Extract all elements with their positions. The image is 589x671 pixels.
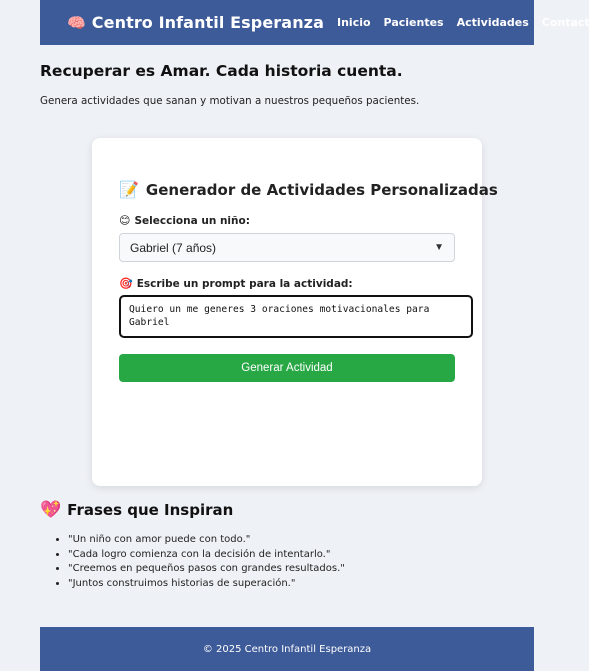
quote-item: "Juntos construimos historias de superac… — [68, 577, 345, 592]
quote-item: "Creemos en pequeños pasos con grandes r… — [68, 562, 345, 577]
brain-icon: 🧠 — [67, 13, 86, 32]
nav-contacto[interactable]: Contacto — [542, 16, 589, 29]
target-icon: 🎯 — [119, 277, 133, 290]
brand[interactable]: 🧠 Centro Infantil Esperanza — [67, 13, 324, 32]
page-container: 🧠 Centro Infantil Esperanza Inicio Pacie… — [40, 0, 589, 671]
quotes-list: "Un niño con amor puede con todo." "Cada… — [68, 533, 345, 591]
hero-title: Recuperar es Amar. Cada historia cuenta. — [40, 62, 403, 80]
activity-generator-card: 📝 Generador de Actividades Personalizada… — [92, 138, 498, 486]
footer-text: © 2025 Centro Infantil Esperanza — [202, 643, 372, 655]
prompt-label: 🎯 Escribe un prompt para la actividad: — [119, 277, 353, 290]
quotes-title-text: Frases que Inspiran — [67, 501, 234, 519]
nav-actividades[interactable]: Actividades — [457, 16, 529, 29]
hero-subtitle: Genera actividades que sanan y motivan a… — [40, 95, 420, 107]
generate-activity-button[interactable]: Generar Actividad — [119, 354, 455, 382]
nav-pacientes[interactable]: Pacientes — [384, 16, 444, 29]
chevron-down-icon: ▼ — [434, 242, 444, 253]
quotes-title: 💖 Frases que Inspiran — [40, 500, 233, 520]
site-header: 🧠 Centro Infantil Esperanza Inicio Pacie… — [40, 0, 589, 45]
generator-title: 📝 Generador de Actividades Personalizada… — [119, 180, 498, 199]
nav-inicio[interactable]: Inicio — [337, 16, 371, 29]
site-footer: © 2025 Centro Infantil Esperanza — [40, 627, 534, 671]
quote-item: "Un niño con amor puede con todo." — [68, 533, 345, 548]
memo-icon: 📝 — [119, 180, 139, 199]
child-select-label: 😊 Selecciona un niño: — [119, 214, 250, 227]
child-select[interactable]: Gabriel (7 años) ▼ — [119, 233, 455, 262]
child-select-value: Gabriel (7 años) — [130, 240, 217, 255]
main-nav: Inicio Pacientes Actividades Contacto — [337, 16, 589, 29]
quote-item: "Cada logro comienza con la decisión de … — [68, 548, 345, 563]
prompt-textarea[interactable]: Quiero un me generes 3 oraciones motivac… — [119, 295, 473, 338]
brand-name: Centro Infantil Esperanza — [91, 13, 324, 32]
generator-title-text: Generador de Actividades Personalizadas — [145, 180, 498, 199]
sparkling-heart-icon: 💖 — [40, 500, 62, 520]
child-select-label-text: Selecciona un niño: — [134, 214, 250, 227]
prompt-label-text: Escribe un prompt para la actividad: — [136, 277, 353, 290]
smiley-icon: 😊 — [119, 214, 131, 227]
